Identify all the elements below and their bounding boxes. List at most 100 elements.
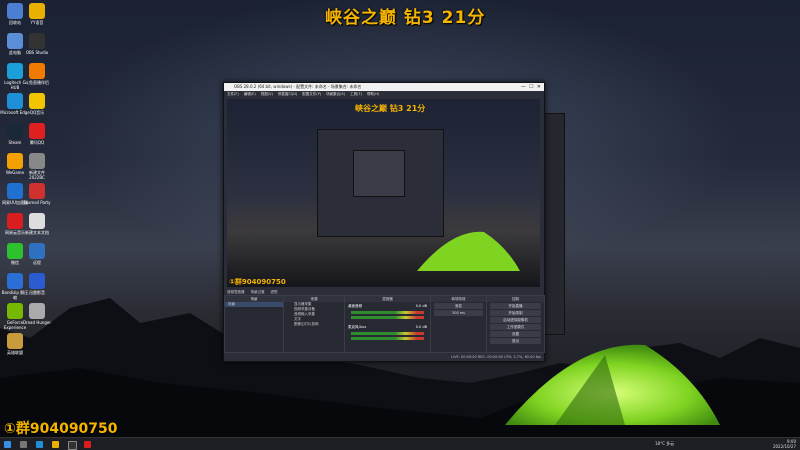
nested-obs-preview-inner [353,150,405,197]
nested-obs-preview [317,129,444,237]
recycle-bin-icon [7,3,23,19]
preview-tab-0[interactable]: 音频混音器 [227,290,245,294]
lol-icon [7,333,23,349]
menu-item-0[interactable]: 文件(F) [227,92,239,96]
scenes-dock: 场景 场景 [224,295,284,353]
volume-slider[interactable] [351,337,424,340]
uu-icon [7,183,23,199]
control-button-1[interactable]: 开始录制 [490,310,541,316]
transitions-dock: 转场特效 渐变 300 ms [430,295,487,353]
menu-item-2[interactable]: 视图(V) [261,92,273,96]
desktop-icon-yy[interactable]: YY语音 [22,3,52,25]
obs-icon [29,33,45,49]
scene-item[interactable]: 场景 [225,302,283,307]
volume-meter [351,332,424,335]
stream-overlay-group-number: ①群904090750 [4,421,118,437]
desktop-icon-file[interactable]: 新建文件 2022BC [22,153,52,180]
search-icon[interactable] [20,441,27,448]
desktop-icon-label: OBS Studio [25,50,49,55]
xunlei-icon [29,273,45,289]
transition-duration-field[interactable]: 300 ms [434,310,483,316]
wechat-icon [7,243,23,259]
control-button-3[interactable]: 工作室模式 [490,324,541,330]
mixer-track: 麦克风/Aux 0.0 dB [345,323,430,344]
control-button-0[interactable]: 开始直播 [490,303,541,309]
obs-window-title: OBS 28.0.2 (64 bit, windows) - 配置文件: 未命名… [234,84,362,89]
mixer-track-db: 0.0 dB [415,325,427,329]
this-pc-icon [7,33,23,49]
netease-music-icon [7,213,23,229]
control-button-5[interactable]: 退出 [490,338,541,344]
obs-taskbar-icon[interactable] [68,441,77,450]
yy-icon [29,3,45,19]
transition-type-select[interactable]: 渐变 [434,303,483,309]
explorer-taskbar-icon[interactable] [52,441,59,448]
desktop-icon-lol[interactable]: 英雄联盟 [0,333,30,355]
desktop-icon-xunlei[interactable]: 迅雷影音 [22,273,52,295]
netease-music-taskbar-icon[interactable] [84,441,91,448]
sources-dock: 来源 显示器采集 视频采集设备 音频输入采集 文字 图像幻灯片放映 [283,295,345,353]
preview-tab-2[interactable]: 滤镜 [271,290,278,294]
obs-menubar: 文件(F) 编辑(E) 视图(V) 停靠窗口(D) 配置文件(P) 场景集合(S) 工具(T… [224,91,544,97]
menu-item-6[interactable]: 工具(T) [350,92,362,96]
system-tray-clock[interactable]: 9:00 2022/10/27 [773,439,796,449]
controls-dock: 控制 开始直播 开始录制 启动虚拟摄像机 工作室模式 设置 退出 [486,295,545,353]
desktop-icon-qq-music[interactable]: QQ音乐 [22,93,52,115]
qq-music-icon [29,93,45,109]
volume-slider[interactable] [351,316,424,319]
obs-preview[interactable]: 峡谷之巅 钻3 21分 ①群904090750 [227,99,540,287]
mixer-tracks: 桌面音频 0.0 dB 麦克风/Aux 0.0 dB [345,302,430,344]
menu-item-5[interactable]: 场景集合(S) [326,92,345,96]
source-item[interactable]: 图像幻灯片放映 [284,322,344,327]
bandizip-icon [7,273,23,289]
text-file-icon [29,213,45,229]
source-list: 显示器采集 视频采集设备 音频输入采集 文字 图像幻灯片放映 [284,302,344,327]
desktop-icon-dread-hunger[interactable]: Dread Hunger [22,303,52,325]
desktop-icon-label: 英雄联盟 [7,350,23,355]
weather-widget[interactable]: 18°C 多云 [655,441,674,447]
desktop-icon-foxmail[interactable]: Foxmail Party [22,183,52,205]
desktop-icon-label: 迅雷影音 [29,290,45,295]
desktop-icon-label: 腾讯QQ [29,140,45,145]
controls-dock-title: 控制 [487,296,544,302]
douyu-icon [29,63,45,79]
taskbar: 18°C 多云 9:00 2022/10/27 [0,437,800,450]
edge-icon [7,93,23,109]
mixer-track: 桌面音频 0.0 dB [345,302,430,323]
file-icon [29,153,45,169]
close-icon[interactable]: ✕ [537,84,541,90]
mixer-track-name: 桌面音频 [348,304,362,308]
preview-tent [417,231,520,271]
edge-taskbar-icon[interactable] [36,441,43,448]
desktop-icon-obs[interactable]: OBS Studio [22,33,52,55]
secondary-window-edge [543,113,565,335]
control-button-4[interactable]: 设置 [490,331,541,337]
foxmail-icon [29,183,45,199]
minimize-icon[interactable]: — [521,84,526,90]
stream-overlay-title: 峡谷之巅 钻3 21分 [325,8,486,28]
start-windows-icon[interactable] [4,441,11,448]
menu-item-7[interactable]: 帮助(H) [367,92,379,96]
desktop-icon-label: Dread Hunger [22,320,52,325]
preview-overlay-title: 峡谷之巅 钻3 21分 [355,104,426,113]
desktop-icon-label: 新建文件 2022BC [29,170,45,180]
preview-tab-1[interactable]: 场景过渡 [251,290,265,294]
desktop-icon-label: 新建文本文档 [25,230,49,235]
obs-docks: 场景 场景 来源 显示器采集 视频采集设备 音频输入采集 文字 图像幻灯片放映 混音器 … [224,295,545,353]
control-button-2[interactable]: 启动虚拟摄像机 [490,317,541,323]
qq-icon [29,123,45,139]
obs-titlebar[interactable]: OBS 28.0.2 (64 bit, windows) - 配置文件: 未命名… [224,83,544,91]
control-buttons: 开始直播 开始录制 启动虚拟摄像机 工作室模式 设置 退出 [487,303,544,344]
desktop-icon-qq[interactable]: 腾讯QQ [22,123,52,145]
volume-meter [351,311,424,314]
menu-item-1[interactable]: 编辑(E) [244,92,256,96]
obs-statusbar: LIVE: 00:00:00 REC: 00:00:00 CPU: 2.7%, … [224,354,544,361]
desktop-icon-text-file[interactable]: 新建文本文档 [22,213,52,235]
transitions-dock-title: 转场特效 [431,296,486,302]
maximize-icon[interactable]: ☐ [529,84,533,90]
menu-item-4[interactable]: 配置文件(P) [302,92,321,96]
preview-overlay-group: ①群904090750 [229,278,286,286]
desktop-icon-remote[interactable]: 远程 [22,243,52,265]
menu-item-3[interactable]: 停靠窗口(D) [278,92,297,96]
desktop-icon-douyu[interactable]: 斗鱼直播伴侣 [22,63,52,85]
